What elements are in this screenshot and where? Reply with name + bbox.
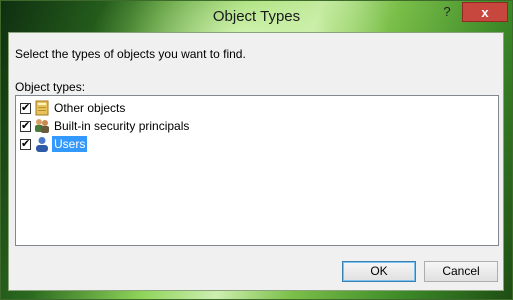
cancel-button[interactable]: Cancel (424, 261, 498, 282)
help-button[interactable]: ? (434, 2, 460, 22)
ok-button[interactable]: OK (342, 261, 416, 282)
list-item-label: Other objects (54, 101, 126, 115)
list-item-label: Built-in security principals (54, 119, 190, 133)
dialog-client-area: Select the types of objects you want to … (8, 32, 504, 291)
list-item-other-objects[interactable]: ✔ Other objects (16, 99, 127, 117)
group-icon (34, 118, 50, 134)
checkbox-users[interactable]: ✔ (20, 138, 31, 150)
list-item-label: Users (52, 136, 88, 152)
list-item-security-principals[interactable]: ✔ Built-in security principals (16, 117, 191, 135)
list-item-users[interactable]: ✔ Users (16, 135, 88, 153)
checkbox-security-principals[interactable]: ✔ (20, 120, 31, 132)
close-button[interactable]: x (462, 2, 508, 22)
checkbox-other-objects[interactable]: ✔ (20, 102, 31, 114)
dialog-window: Object Types ? x Select the types of obj… (0, 0, 513, 300)
object-types-list[interactable]: ✔ Other objects ✔ Built-in security prin… (15, 95, 499, 246)
title-bar[interactable]: Object Types ? x (1, 1, 512, 32)
instruction-text: Select the types of objects you want to … (15, 47, 246, 61)
object-types-label: Object types: (15, 80, 86, 94)
folder-icon (34, 100, 50, 116)
user-icon (34, 136, 50, 152)
